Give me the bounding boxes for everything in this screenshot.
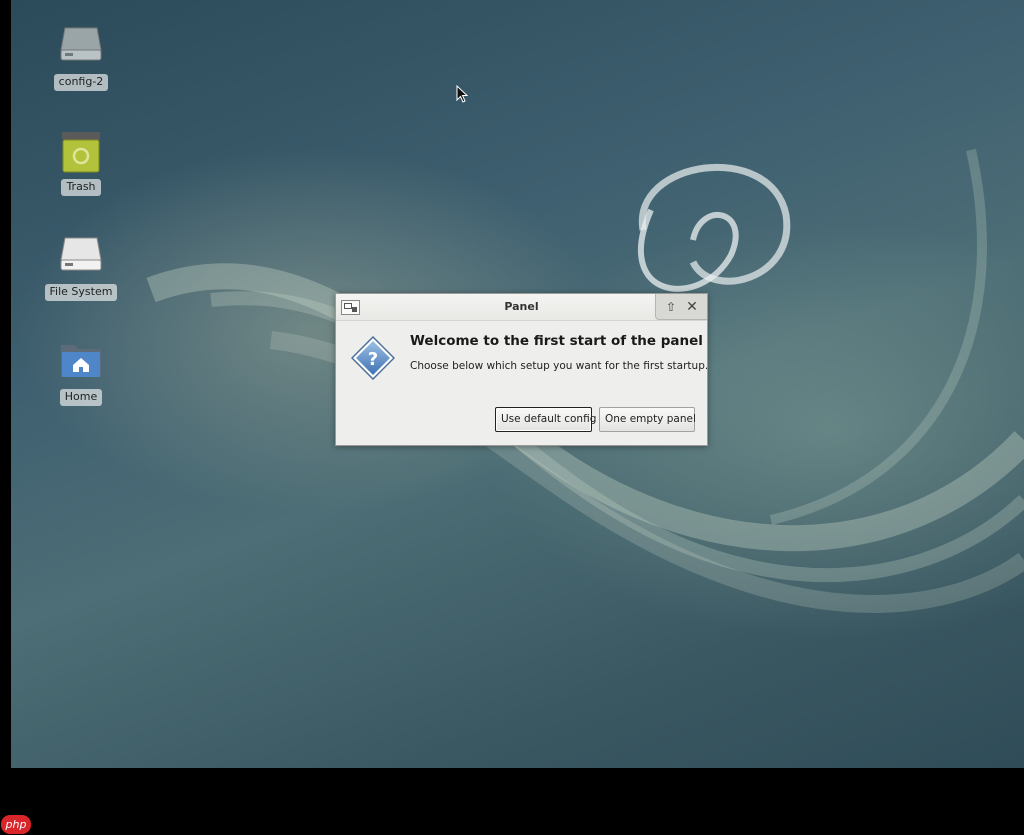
desktop-icon-label: Home <box>59 389 103 406</box>
shade-arrow-up-icon[interactable]: ⇧ <box>663 299 679 315</box>
svg-text:?: ? <box>368 349 378 370</box>
close-icon[interactable]: ✕ <box>684 299 700 315</box>
desktop-icon-label: File System <box>44 284 118 301</box>
home-folder-icon <box>59 341 103 385</box>
desktop-icon-home[interactable]: Home <box>41 341 121 406</box>
dialog-heading: Welcome to the first start of the panel <box>410 333 703 349</box>
php-badge: php <box>1 815 31 834</box>
mouse-cursor-icon <box>456 85 469 103</box>
question-icon: ? <box>351 336 395 380</box>
desktop-icon-config-2[interactable]: config-2 <box>41 26 121 91</box>
desktop-icon-label: config-2 <box>53 74 109 91</box>
desktop-icon-file-system[interactable]: File System <box>41 236 121 301</box>
panel-welcome-dialog: Panel ⇧ ✕ ? Welcome to the first start o… <box>335 293 708 446</box>
dialog-title: Panel <box>504 300 539 313</box>
desktop-icon-trash[interactable]: Trash <box>41 131 121 196</box>
desktop-icon-label: Trash <box>61 179 101 196</box>
drive-icon <box>59 236 103 280</box>
drive-icon <box>59 26 103 70</box>
trash-icon <box>59 131 103 175</box>
dialog-titlebar[interactable]: Panel ⇧ ✕ <box>336 294 707 321</box>
one-empty-panel-button[interactable]: One empty panel <box>599 407 696 432</box>
dialog-message: Choose below which setup you want for th… <box>410 360 709 372</box>
use-default-config-button[interactable]: Use default config <box>495 407 596 432</box>
